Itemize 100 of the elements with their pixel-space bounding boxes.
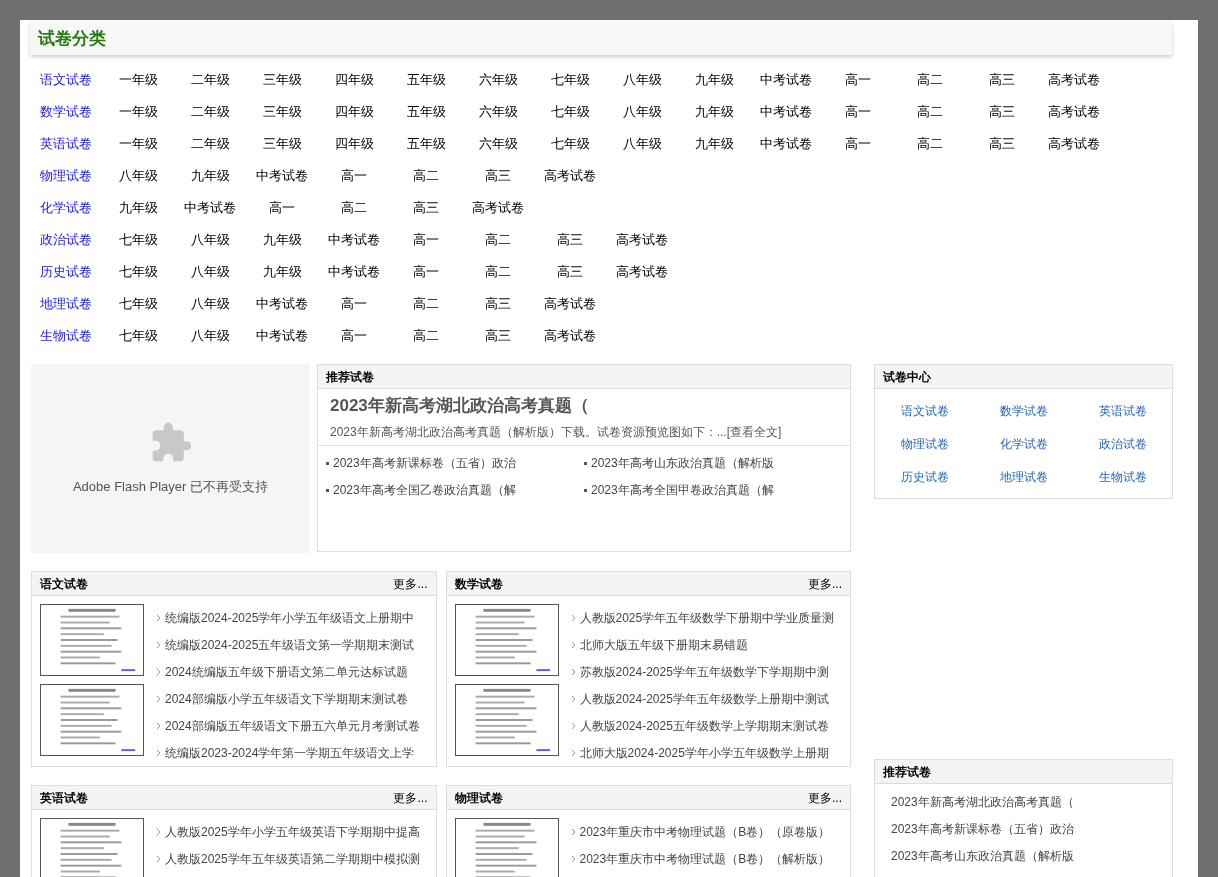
grade-link[interactable]: 七年级: [102, 262, 174, 282]
article-link[interactable]: 苏教版2024-2025学年五年级数学下学期期中测: [579, 662, 829, 681]
subject-link[interactable]: 生物试卷: [1098, 467, 1147, 486]
grade-link[interactable]: 中考试卷: [246, 326, 318, 346]
grade-link[interactable]: 高二: [462, 262, 534, 282]
grade-link[interactable]: 高三: [462, 326, 534, 346]
article-link[interactable]: 北师大版五年级下册期末易错题: [579, 635, 748, 654]
grade-link[interactable]: 八年级: [174, 262, 246, 282]
grade-link[interactable]: 高二: [894, 70, 966, 90]
grade-link[interactable]: 高考试卷: [1038, 134, 1110, 154]
grade-link[interactable]: 九年级: [678, 134, 750, 154]
grade-link[interactable]: 高考试卷: [606, 230, 678, 250]
article-link[interactable]: 人教版2024-2025学年五年级数学上册期中测试: [579, 689, 829, 708]
grade-link[interactable]: 中考试卷: [750, 134, 822, 154]
grade-link[interactable]: 高考试卷: [534, 294, 606, 314]
grade-link[interactable]: 中考试卷: [318, 262, 390, 282]
more-link[interactable]: 更多...: [808, 574, 842, 593]
subject-link[interactable]: 历史试卷: [900, 467, 949, 486]
grade-link[interactable]: 九年级: [102, 198, 174, 218]
grade-link[interactable]: 七年级: [534, 70, 606, 90]
grade-link[interactable]: 七年级: [102, 294, 174, 314]
grade-link[interactable]: 七年级: [534, 102, 606, 122]
grade-link[interactable]: 二年级: [174, 102, 246, 122]
grade-link[interactable]: 高一: [822, 70, 894, 90]
subject-link[interactable]: 物理试卷: [900, 434, 949, 453]
grade-link[interactable]: 八年级: [606, 134, 678, 154]
article-link[interactable]: 2023年高考新课标卷（五省）政治: [333, 454, 516, 472]
article-link[interactable]: 人教版2025学年小学五年级英语下学期期中提高: [165, 822, 420, 841]
grade-link[interactable]: 高三: [966, 134, 1038, 154]
article-link[interactable]: 2023年高考全国乙卷政治真题（解: [333, 481, 516, 499]
grade-link[interactable]: 中考试卷: [246, 166, 318, 186]
grade-link[interactable]: 高一: [246, 198, 318, 218]
read-more-link[interactable]: [查看全文]: [726, 422, 782, 441]
grade-link[interactable]: 七年级: [102, 230, 174, 250]
article-link[interactable]: 2023年高考全国甲卷政治真题（解: [591, 481, 774, 499]
grade-link[interactable]: 二年级: [174, 70, 246, 90]
subject-link[interactable]: 数学试卷: [999, 401, 1048, 420]
grade-link[interactable]: 中考试卷: [174, 198, 246, 218]
grade-link[interactable]: 高一: [822, 134, 894, 154]
grade-link[interactable]: 高三: [462, 166, 534, 186]
grade-link[interactable]: 三年级: [246, 102, 318, 122]
article-link[interactable]: 人教版2025学年五年级数学下册期中学业质量测: [579, 608, 835, 627]
grade-link[interactable]: 三年级: [246, 70, 318, 90]
grade-link[interactable]: 五年级: [390, 70, 462, 90]
subject-link[interactable]: 化学试卷: [30, 198, 102, 218]
grade-link[interactable]: 高三: [390, 198, 462, 218]
subject-link[interactable]: 语文试卷: [30, 70, 102, 90]
grade-link[interactable]: 七年级: [102, 326, 174, 346]
subject-link[interactable]: 语文试卷: [900, 401, 949, 420]
article-link[interactable]: 统编版2024-2025五年级语文第一学期期末测试: [165, 635, 415, 654]
grade-link[interactable]: 高三: [534, 262, 606, 282]
grade-link[interactable]: 中考试卷: [318, 230, 390, 250]
subject-link[interactable]: 数学试卷: [30, 102, 102, 122]
article-link[interactable]: 人教版2024-2025五年级数学上学期期末测试卷: [579, 716, 829, 735]
article-link[interactable]: 2023年高考新课标卷（五省）政治: [891, 815, 1156, 842]
grade-link[interactable]: 一年级: [102, 134, 174, 154]
subject-link[interactable]: 历史试卷: [30, 262, 102, 282]
grade-link[interactable]: 高一: [318, 294, 390, 314]
grade-link[interactable]: 高二: [894, 134, 966, 154]
article-link[interactable]: 2023年高考山东政治真题（解析版: [891, 842, 1156, 869]
grade-link[interactable]: 四年级: [318, 102, 390, 122]
grade-link[interactable]: 八年级: [606, 102, 678, 122]
subject-link[interactable]: 政治试卷: [30, 230, 102, 250]
grade-link[interactable]: 八年级: [174, 230, 246, 250]
article-link[interactable]: 2023年高考山东政治真题（解析版: [591, 454, 774, 472]
grade-link[interactable]: 一年级: [102, 102, 174, 122]
grade-link[interactable]: 八年级: [102, 166, 174, 186]
grade-link[interactable]: 高考试卷: [606, 262, 678, 282]
subject-link[interactable]: 化学试卷: [999, 434, 1048, 453]
article-link[interactable]: 2024统编版五年级下册语文第二单元达标试题: [165, 662, 408, 681]
grade-link[interactable]: 高三: [462, 294, 534, 314]
grade-link[interactable]: 九年级: [678, 102, 750, 122]
article-link[interactable]: 2024部编版五年级语文下册五六单元月考测试卷: [165, 716, 420, 735]
grade-link[interactable]: 高二: [462, 230, 534, 250]
grade-link[interactable]: 三年级: [246, 134, 318, 154]
grade-link[interactable]: 四年级: [318, 70, 390, 90]
grade-link[interactable]: 高二: [318, 198, 390, 218]
grade-link[interactable]: 四年级: [318, 134, 390, 154]
grade-link[interactable]: 九年级: [678, 70, 750, 90]
article-link[interactable]: 2023年新高考湖北政治高考真题（: [891, 788, 1156, 815]
more-link[interactable]: 更多...: [393, 574, 428, 593]
article-link[interactable]: 2023年重庆市中考物理试题（B卷）（解析版）: [579, 849, 831, 868]
subject-link[interactable]: 英语试卷: [30, 134, 102, 154]
grade-link[interactable]: 高考试卷: [534, 166, 606, 186]
grade-link[interactable]: 九年级: [246, 262, 318, 282]
subject-link[interactable]: 生物试卷: [30, 326, 102, 346]
grade-link[interactable]: 高一: [390, 262, 462, 282]
article-link[interactable]: 统编版2024-2025学年小学五年级语文上册期中: [165, 608, 415, 627]
grade-link[interactable]: 六年级: [462, 70, 534, 90]
subject-link[interactable]: 地理试卷: [30, 294, 102, 314]
grade-link[interactable]: 高二: [390, 294, 462, 314]
grade-link[interactable]: 一年级: [102, 70, 174, 90]
grade-link[interactable]: 六年级: [462, 134, 534, 154]
subject-link[interactable]: 英语试卷: [1098, 401, 1147, 420]
grade-link[interactable]: 八年级: [174, 294, 246, 314]
grade-link[interactable]: 八年级: [606, 70, 678, 90]
subject-link[interactable]: 政治试卷: [1098, 434, 1147, 453]
grade-link[interactable]: 高一: [318, 166, 390, 186]
grade-link[interactable]: 高二: [390, 326, 462, 346]
subject-link[interactable]: 地理试卷: [999, 467, 1048, 486]
